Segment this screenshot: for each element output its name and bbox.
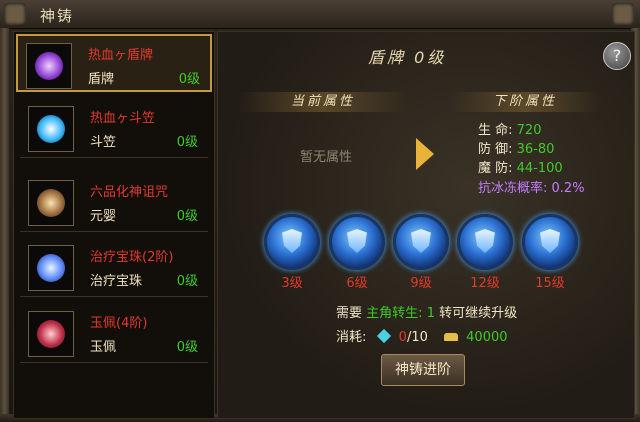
list-item[interactable]: 治疗宝珠(2阶) 治疗宝珠 0级 xyxy=(20,238,208,297)
requirement-text: 需要 主角转生: 1 转可继续升级 xyxy=(336,302,517,321)
item-name: 热血ヶ斗笠 xyxy=(90,111,156,126)
item-name: 治疗宝珠(2阶) xyxy=(90,250,174,265)
stat-def: 防 御: 36-80 xyxy=(478,138,554,157)
shield-icon xyxy=(282,229,302,253)
item-level: 0级 xyxy=(176,135,198,150)
stat-label: 抗冰冻概率: xyxy=(478,181,548,196)
left-border xyxy=(0,28,9,422)
shield-icon xyxy=(347,229,367,253)
list-item[interactable]: 玉佩(4阶) 玉佩 0级 xyxy=(20,304,208,363)
rune-level: 15级 xyxy=(535,276,565,291)
rune-6-icon[interactable] xyxy=(329,214,385,270)
rune-level: 6级 xyxy=(346,276,368,291)
right-ornament-icon xyxy=(612,3,634,25)
item-level: 0级 xyxy=(176,340,198,355)
title-bar: 神铸 xyxy=(0,0,640,29)
rune-3-icon[interactable] xyxy=(264,214,320,270)
item-type: 元婴 xyxy=(90,209,117,224)
shield-icon xyxy=(411,229,431,253)
need-prefix: 需要 xyxy=(336,306,363,321)
stat-label: 防 御: xyxy=(478,142,513,157)
list-item[interactable]: 热血ヶ盾牌 盾牌 0级 xyxy=(16,34,212,92)
spirit-item-icon xyxy=(28,180,74,226)
need-suffix: 转可继续升级 xyxy=(439,306,518,321)
shield-icon xyxy=(540,229,560,253)
need-key: 主角转生: xyxy=(366,306,423,321)
stat-value: 0.2% xyxy=(551,181,585,196)
rune-level: 9级 xyxy=(410,276,432,291)
gold-ingot-icon xyxy=(444,333,459,341)
gem-have: 0 xyxy=(398,330,407,345)
item-name: 六品化神诅咒 xyxy=(90,185,169,200)
stat-label: 魔 防: xyxy=(478,161,513,176)
rune-12-icon[interactable] xyxy=(457,214,513,270)
rune-level: 3级 xyxy=(281,276,303,291)
list-item[interactable]: 热血ヶ斗笠 斗笠 0级 xyxy=(20,99,208,158)
stat-value: 44-100 xyxy=(516,161,563,176)
item-level: 0级 xyxy=(176,209,198,224)
stat-label: 生 命: xyxy=(478,123,513,138)
cost-line: 消耗: 0/10 40000 xyxy=(336,326,508,345)
rune-15-icon[interactable] xyxy=(522,214,578,270)
window-title: 神铸 xyxy=(40,7,75,25)
gold-amount: 40000 xyxy=(466,330,508,345)
stat-freeze: 抗冰冻概率: 0.2% xyxy=(478,177,585,196)
stat-value: 720 xyxy=(516,123,542,138)
need-value: 1 xyxy=(426,306,435,321)
item-type: 玉佩 xyxy=(90,340,117,355)
item-level: 0级 xyxy=(176,274,198,289)
list-item[interactable]: 六品化神诅咒 元婴 0级 xyxy=(20,173,208,232)
rune-9-icon[interactable] xyxy=(393,214,449,270)
upgrade-button[interactable]: 神铸进阶 xyxy=(381,354,465,386)
detail-panel: 盾牌 0级 ? 当前属性 下阶属性 暂无属性 生 命: 720 防 御: 36-… xyxy=(217,31,635,419)
gem-icon xyxy=(376,328,391,344)
jade-item-icon xyxy=(28,311,74,357)
window-frame: 神铸 热血ヶ盾牌 盾牌 0级 热血ヶ斗笠 斗笠 0级 六品化神诅咒 元婴 0级 … xyxy=(0,0,640,422)
arrow-right-icon xyxy=(416,138,434,170)
item-name: 玉佩(4阶) xyxy=(90,316,148,331)
item-name: 热血ヶ盾牌 xyxy=(88,48,154,63)
stat-hp: 生 命: 720 xyxy=(478,119,541,138)
item-type: 治疗宝珠 xyxy=(90,274,143,289)
hat-item-icon xyxy=(28,106,74,152)
shield-item-icon xyxy=(26,43,72,89)
no-attr-text: 暂无属性 xyxy=(300,150,353,165)
gem-need: /10 xyxy=(406,330,428,345)
shield-icon xyxy=(475,229,495,253)
panel-header: 盾牌 0级 xyxy=(368,48,447,67)
rune-level: 12级 xyxy=(470,276,500,291)
cost-label: 消耗: xyxy=(336,330,367,345)
current-attr-label: 当前属性 xyxy=(238,92,408,112)
stat-mdef: 魔 防: 44-100 xyxy=(478,157,563,176)
left-ornament-icon xyxy=(4,3,26,25)
item-type: 盾牌 xyxy=(88,72,115,87)
item-level: 0级 xyxy=(178,72,200,87)
help-icon[interactable]: ? xyxy=(603,42,631,70)
orb-item-icon xyxy=(28,245,74,291)
item-type: 斗笠 xyxy=(90,135,117,150)
stat-value: 36-80 xyxy=(516,142,555,157)
next-attr-label: 下阶属性 xyxy=(450,92,600,112)
item-list: 热血ヶ盾牌 盾牌 0级 热血ヶ斗笠 斗笠 0级 六品化神诅咒 元婴 0级 治疗宝… xyxy=(13,31,215,419)
